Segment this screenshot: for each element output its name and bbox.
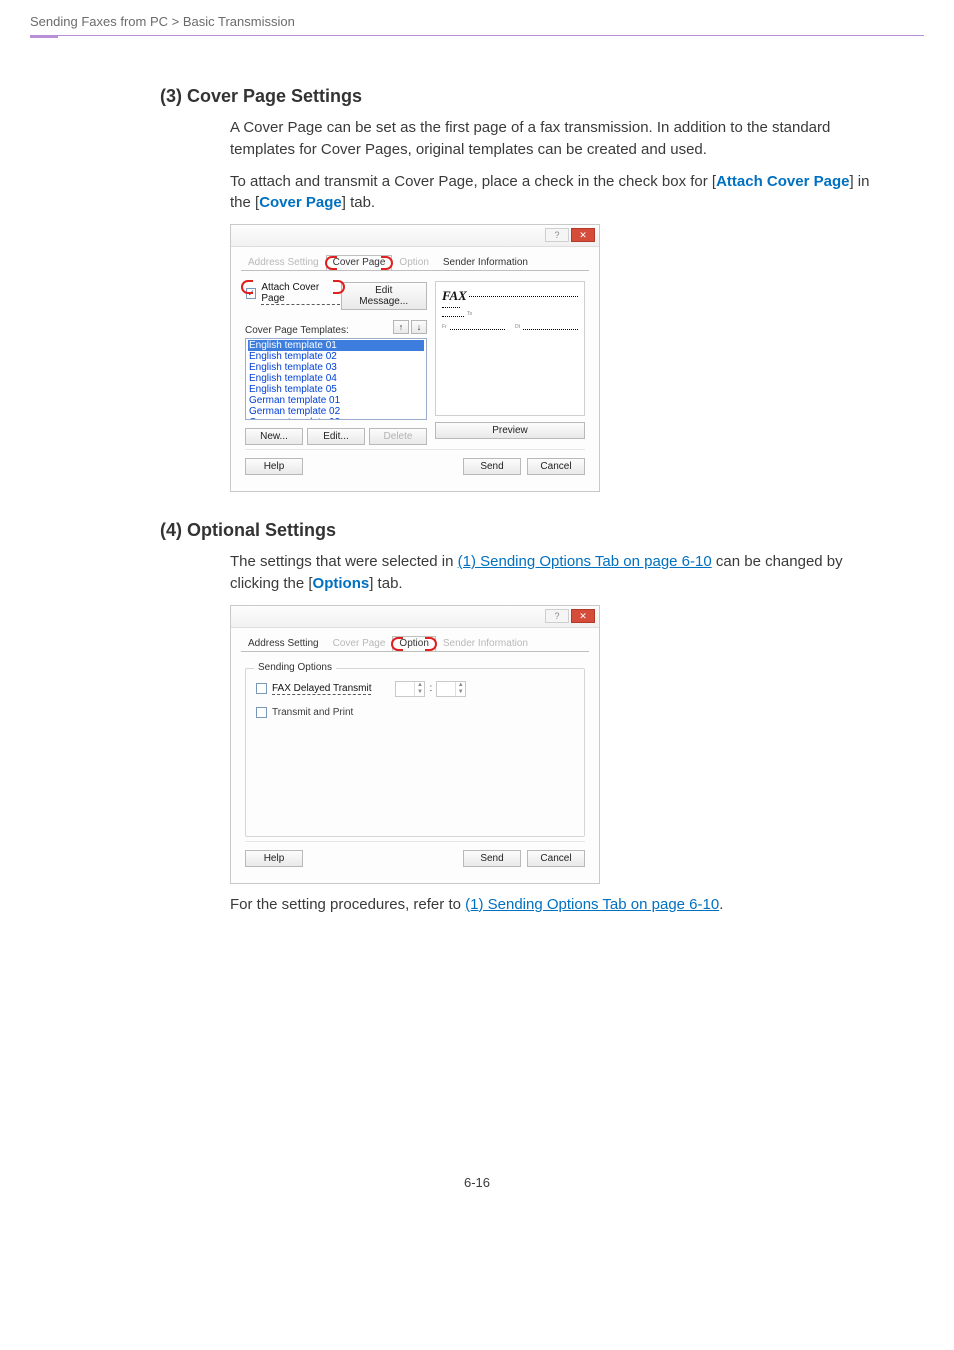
sending-options-link-2[interactable]: (1) Sending Options Tab on page 6-10 (465, 896, 719, 913)
s4p2-b: . (719, 896, 723, 913)
dialog-titlebar: ? ✕ (231, 225, 599, 247)
time-colon: : (429, 683, 432, 694)
s3p2-attach: Attach Cover Page (716, 173, 849, 190)
help-button[interactable]: Help (245, 850, 303, 867)
tab-option-label: Option (399, 638, 428, 649)
dialog-title-blur (235, 611, 237, 622)
dialog-titlebar: ? ✕ (231, 606, 599, 628)
cancel-button[interactable]: Cancel (527, 458, 585, 475)
s4p1-c: ] tab. (369, 575, 402, 592)
tab-sender-info[interactable]: Sender Information (436, 255, 535, 270)
delayed-minute-spinner[interactable]: ▲▼ (436, 681, 466, 697)
move-down-button[interactable]: ↓ (411, 320, 427, 334)
breadcrumb: Sending Faxes from PC > Basic Transmissi… (0, 0, 954, 35)
page-number: 6-16 (0, 1175, 954, 1220)
cover-page-dialog: ? ✕ Address Setting Cover Page Option Se… (230, 224, 600, 492)
delayed-transmit-checkbox[interactable] (256, 683, 267, 694)
attach-cover-label: Attach Cover Page (261, 282, 339, 305)
preview-small-text: Fr (442, 325, 447, 330)
attach-cover-checkbox[interactable] (246, 288, 256, 299)
sending-options-group: Sending Options FAX Delayed Transmit ▲▼ … (245, 668, 585, 837)
tab-address-label: Address Setting (248, 257, 319, 268)
preview-button[interactable]: Preview (435, 422, 585, 439)
list-item[interactable]: English template 05 (248, 384, 424, 395)
list-item[interactable]: German template 03 (248, 417, 424, 420)
tab-sender-info[interactable]: Sender Information (436, 636, 535, 651)
dot-line (469, 296, 578, 297)
list-item[interactable]: English template 01 (248, 340, 424, 351)
help-window-button[interactable]: ? (545, 228, 569, 242)
tab-cover-page[interactable]: Cover Page (326, 636, 393, 651)
s3p2-a: To attach and transmit a Cover Page, pla… (230, 173, 716, 190)
preview-fax-label: FAX (442, 288, 467, 304)
cover-preview: FAX To Fr (435, 281, 585, 416)
header-divider (30, 35, 924, 36)
preview-small-text: To (467, 312, 472, 317)
dialog-title-blur (235, 230, 237, 241)
transmit-print-checkbox[interactable] (256, 707, 267, 718)
tab-address-setting[interactable]: Address Setting (241, 255, 326, 270)
section-3-title: (3) Cover Page Settings (160, 86, 884, 107)
s4p1-a: The settings that were selected in (230, 553, 458, 570)
close-window-button[interactable]: ✕ (571, 609, 595, 623)
edit-message-button[interactable]: Edit Message... (341, 282, 427, 310)
cover-dialog-tabs: Address Setting Cover Page Option Sender… (241, 253, 589, 271)
sending-options-link-1[interactable]: (1) Sending Options Tab on page 6-10 (458, 553, 712, 570)
edit-template-button[interactable]: Edit... (307, 428, 365, 445)
move-up-button[interactable]: ↑ (393, 320, 409, 334)
s3p2-c: ] tab. (342, 194, 375, 211)
sending-options-legend: Sending Options (254, 662, 336, 673)
option-dialog: ? ✕ Address Setting Cover Page Option Se… (230, 605, 600, 884)
dot-line (442, 307, 460, 308)
send-button[interactable]: Send (463, 850, 521, 867)
tab-option-label: Option (399, 257, 428, 268)
tab-address-setting[interactable]: Address Setting (241, 636, 326, 651)
tab-option[interactable]: Option (392, 636, 435, 651)
new-template-button[interactable]: New... (245, 428, 303, 445)
close-window-button[interactable]: ✕ (571, 228, 595, 242)
section-4-title: (4) Optional Settings (160, 520, 884, 541)
option-dialog-tabs: Address Setting Cover Page Option Sender… (241, 634, 589, 652)
cover-templates-label: Cover Page Templates: (245, 325, 349, 336)
section-3-p2: To attach and transmit a Cover Page, pla… (230, 171, 884, 215)
template-listbox[interactable]: English template 01 English template 02 … (245, 338, 427, 420)
delete-template-button[interactable]: Delete (369, 428, 427, 445)
tab-option[interactable]: Option (392, 255, 435, 270)
dot-line (523, 329, 578, 330)
delayed-hour-spinner[interactable]: ▲▼ (395, 681, 425, 697)
list-item[interactable]: German template 02 (248, 406, 424, 417)
list-item[interactable]: German template 01 (248, 395, 424, 406)
transmit-print-label: Transmit and Print (272, 707, 353, 718)
delayed-transmit-label: FAX Delayed Transmit (272, 683, 371, 695)
list-item[interactable]: English template 04 (248, 373, 424, 384)
list-item[interactable]: English template 03 (248, 362, 424, 373)
section-4-p1: The settings that were selected in (1) S… (230, 551, 884, 595)
tab-cover-label: Cover Page (333, 257, 386, 268)
breadcrumb-text: Sending Faxes from PC > Basic Transmissi… (30, 14, 295, 29)
send-button[interactable]: Send (463, 458, 521, 475)
tab-cover-page[interactable]: Cover Page (326, 255, 393, 270)
s3p2-cover: Cover Page (259, 194, 342, 211)
section-3-p1: A Cover Page can be set as the first pag… (230, 117, 884, 161)
tab-cover-label: Cover Page (333, 638, 386, 649)
section-4-p2: For the setting procedures, refer to (1)… (230, 894, 884, 916)
s4p2-a: For the setting procedures, refer to (230, 896, 465, 913)
list-item[interactable]: English template 02 (248, 351, 424, 362)
preview-small-text: Dt (515, 325, 520, 330)
cancel-button[interactable]: Cancel (527, 850, 585, 867)
help-window-button[interactable]: ? (545, 609, 569, 623)
dot-line (450, 329, 505, 330)
tab-sender-label: Sender Information (443, 638, 528, 649)
s4p1-opt: Options (313, 575, 370, 592)
help-button[interactable]: Help (245, 458, 303, 475)
dot-line (442, 316, 464, 317)
